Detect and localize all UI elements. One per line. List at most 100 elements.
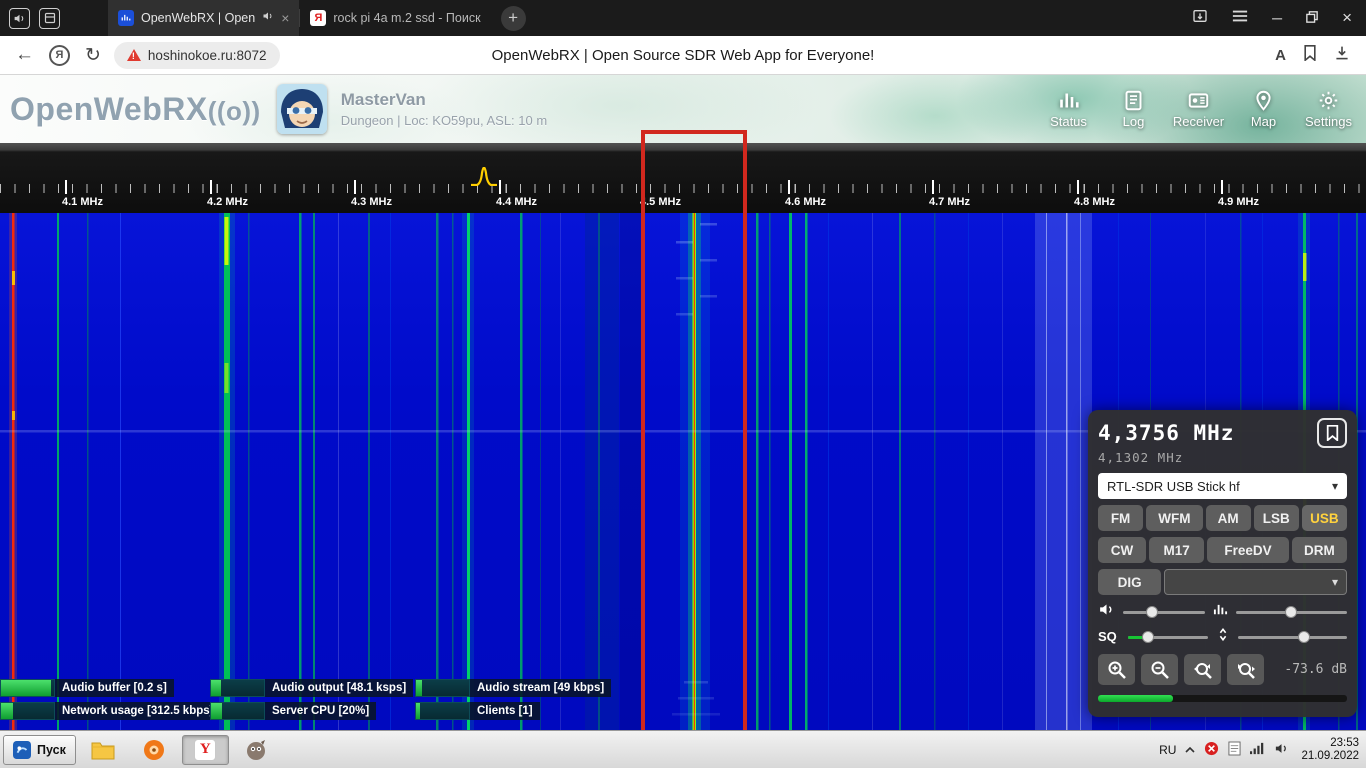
selection-rectangle bbox=[641, 130, 747, 742]
nav-receiver[interactable]: Receiver bbox=[1171, 90, 1226, 129]
tab-search[interactable]: Я rock pi 4a m.2 ssd - Поиск bbox=[300, 0, 490, 36]
zoom-in-icon bbox=[1107, 660, 1127, 680]
digital-mode-select[interactable]: ▾ bbox=[1164, 569, 1347, 595]
start-icon bbox=[13, 741, 31, 759]
language-indicator[interactable]: RU bbox=[1159, 743, 1176, 757]
zoom-full-icon bbox=[1236, 660, 1256, 680]
taskbar-explorer-button[interactable] bbox=[80, 735, 127, 765]
header-nav: Status Log Receiver Map Settings bbox=[1041, 90, 1356, 129]
progress-bar bbox=[415, 679, 470, 697]
menu-icon[interactable] bbox=[1232, 9, 1248, 28]
screen: OpenWebRX | Open × Я rock pi 4a m.2 ssd … bbox=[0, 0, 1366, 768]
mode-button-usb[interactable]: USB bbox=[1302, 505, 1347, 531]
waterfall-max-slider[interactable] bbox=[1236, 604, 1347, 620]
secondary-frequency-display: 4,1302 MHz bbox=[1098, 450, 1347, 465]
nav-log[interactable]: Log bbox=[1106, 90, 1161, 129]
scale-label: 4.4 MHz bbox=[496, 196, 537, 208]
mode-button-m17[interactable]: M17 bbox=[1149, 537, 1204, 563]
waterfall-auto-icon[interactable] bbox=[1213, 602, 1228, 622]
url-bar[interactable]: ! hoshinokoe.ru:8072 bbox=[114, 42, 280, 69]
waterfall-min-slider[interactable] bbox=[1238, 629, 1347, 645]
yandex-home-icon[interactable]: Я bbox=[49, 45, 70, 66]
new-tab-button[interactable]: + bbox=[501, 6, 526, 31]
scale-label: 4.1 MHz bbox=[62, 196, 103, 208]
page-title: OpenWebRX | Open Source SDR Web App for … bbox=[492, 47, 875, 64]
media-player-icon bbox=[143, 739, 165, 761]
taskbar-clock[interactable]: 23:53 21.09.2022 bbox=[1301, 737, 1359, 763]
volume-slider[interactable] bbox=[1123, 604, 1205, 620]
zoom-in-button[interactable] bbox=[1098, 654, 1135, 685]
scale-label: 4.2 MHz bbox=[207, 196, 248, 208]
status-audio-stream: Audio stream [49 kbps] bbox=[415, 679, 611, 697]
settings-icon bbox=[1318, 90, 1339, 111]
translate-icon[interactable]: A bbox=[1275, 47, 1286, 64]
mode-button-wfm[interactable]: WFM bbox=[1146, 505, 1202, 531]
zoom-fit-button[interactable] bbox=[1184, 654, 1221, 685]
zoom-full-button[interactable] bbox=[1227, 654, 1264, 685]
time: 23:53 bbox=[1301, 737, 1359, 750]
tab-close-icon[interactable]: × bbox=[281, 10, 289, 26]
back-icon[interactable]: ← bbox=[15, 44, 34, 66]
status-audio-output: Audio output [48.1 ksps] bbox=[210, 679, 413, 697]
squelch-auto-icon[interactable] bbox=[1216, 627, 1230, 647]
network-icon[interactable] bbox=[1250, 742, 1265, 758]
mode-button-dig[interactable]: DIG bbox=[1098, 569, 1161, 595]
download-icon[interactable] bbox=[1334, 45, 1350, 66]
speaker-icon[interactable] bbox=[1274, 741, 1289, 759]
taskbar-gimp-button[interactable] bbox=[233, 735, 280, 765]
bookmark-button[interactable] bbox=[1317, 418, 1347, 448]
tray-document-icon[interactable] bbox=[1228, 741, 1241, 759]
tab-title: OpenWebRX | Open bbox=[141, 11, 255, 25]
bookmark-icon[interactable] bbox=[1303, 45, 1317, 66]
tray-expand-icon[interactable] bbox=[1185, 743, 1195, 757]
nav-settings[interactable]: Settings bbox=[1301, 90, 1356, 129]
logo-antenna-icon: ((o)) bbox=[208, 96, 261, 126]
passband-indicator[interactable] bbox=[471, 167, 497, 191]
tab-audio-icon[interactable] bbox=[262, 9, 274, 27]
signal-level-readout: -73.6 dB bbox=[1284, 662, 1347, 677]
sdr-device-select[interactable]: RTL-SDR USB Stick hf▾ bbox=[1098, 473, 1347, 499]
chevron-down-icon: ▾ bbox=[1332, 479, 1338, 493]
speaker-window-icon[interactable] bbox=[9, 8, 30, 29]
mode-button-fm[interactable]: FM bbox=[1098, 505, 1143, 531]
refresh-icon[interactable]: ↻ bbox=[85, 44, 101, 67]
receiver-name: MasterVan bbox=[341, 90, 547, 110]
taskbar-yandex-button[interactable]: Y bbox=[182, 735, 229, 765]
minimize-button[interactable]: ─ bbox=[1272, 10, 1282, 26]
folder-icon bbox=[91, 740, 115, 760]
security-alert-icon[interactable] bbox=[1204, 741, 1219, 759]
mode-button-am[interactable]: AM bbox=[1206, 505, 1251, 531]
mode-button-drm[interactable]: DRM bbox=[1292, 537, 1347, 563]
zoom-out-button[interactable] bbox=[1141, 654, 1178, 685]
nav-map[interactable]: Map bbox=[1236, 90, 1291, 129]
signal-meter-fill bbox=[1098, 695, 1173, 702]
squelch-label: SQ bbox=[1098, 629, 1120, 644]
restore-button[interactable] bbox=[1306, 10, 1318, 26]
scale-label: 4.7 MHz bbox=[929, 196, 970, 208]
status-audio-buffer: Audio buffer [0.2 s] bbox=[0, 679, 174, 697]
volume-icon[interactable] bbox=[1098, 601, 1115, 623]
tab-title: rock pi 4a m.2 ssd - Поиск bbox=[333, 11, 480, 25]
yandex-browser-icon: Y bbox=[194, 739, 216, 761]
receiver-icon bbox=[1188, 90, 1209, 111]
status-clients: Clients [1] bbox=[415, 702, 540, 720]
tab-openwebrx[interactable]: OpenWebRX | Open × bbox=[108, 0, 299, 36]
mode-button-freedv[interactable]: FreeDV bbox=[1207, 537, 1289, 563]
frequency-display[interactable]: 4,3756 MHz bbox=[1098, 421, 1234, 445]
browser-titlebar: OpenWebRX | Open × Я rock pi 4a m.2 ssd … bbox=[0, 0, 1366, 36]
squelch-slider[interactable] bbox=[1128, 629, 1208, 645]
openwebrx-logo: OpenWebRX((o)) bbox=[10, 91, 261, 128]
start-button[interactable]: Пуск bbox=[3, 735, 76, 765]
mode-button-lsb[interactable]: LSB bbox=[1254, 505, 1299, 531]
tab-panel-icon[interactable] bbox=[39, 8, 60, 29]
log-icon bbox=[1123, 90, 1144, 111]
nav-status[interactable]: Status bbox=[1041, 90, 1096, 129]
insecure-warning-icon[interactable]: ! bbox=[127, 49, 141, 61]
openwebrx-favicon bbox=[118, 10, 134, 26]
map-icon bbox=[1253, 90, 1274, 111]
close-button[interactable]: × bbox=[1342, 8, 1352, 28]
sidebar-toggle-icon[interactable] bbox=[1192, 8, 1208, 29]
chevron-down-icon: ▾ bbox=[1332, 575, 1338, 589]
taskbar-media-button[interactable] bbox=[131, 735, 178, 765]
mode-button-cw[interactable]: CW bbox=[1098, 537, 1146, 563]
